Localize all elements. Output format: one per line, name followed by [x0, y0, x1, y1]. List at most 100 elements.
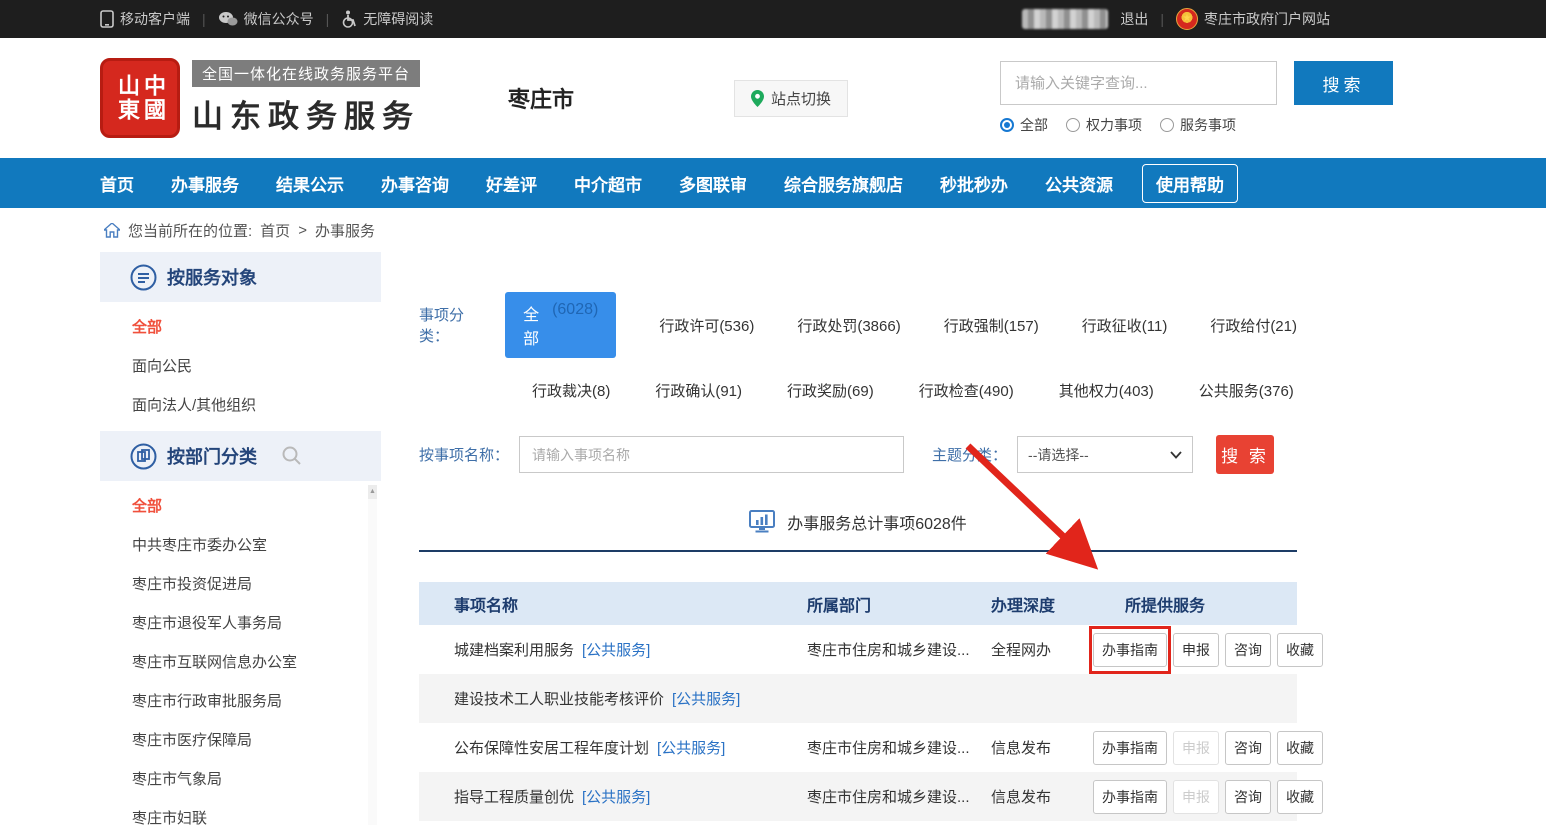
public-service-tag[interactable]: [公共服务] [582, 642, 650, 659]
table-row: 指导工程质量创优[公共服务] 枣庄市住房和城乡建设... 信息发布 办事指南 申… [419, 772, 1297, 821]
favorite-button[interactable]: 收藏 [1277, 780, 1323, 814]
tab-admin-coercion[interactable]: 行政强制(157) [944, 315, 1039, 336]
site-switch-button[interactable]: 站点切换 [734, 80, 848, 117]
item-name-link[interactable]: 指导工程质量创优 [454, 789, 574, 806]
tab-other-powers[interactable]: 其他权力(403) [1059, 380, 1154, 401]
wechat-link[interactable]: 微信公众号 [218, 9, 314, 29]
item-name-link[interactable]: 公布保障性安居工程年度计划 [454, 740, 649, 757]
sidebar-dept-admin-approval[interactable]: 枣庄市行政审批服务局 [100, 682, 381, 721]
keyword-search-button[interactable]: 搜索 [1294, 61, 1393, 105]
tab-admin-reward[interactable]: 行政奖励(69) [787, 380, 874, 401]
sidebar-dept-meteorology[interactable]: 枣庄市气象局 [100, 760, 381, 799]
item-name-link[interactable]: 城建档案利用服务 [454, 642, 574, 659]
tab-admin-inspection[interactable]: 行政检查(490) [919, 380, 1014, 401]
tab-admin-license[interactable]: 行政许可(536) [659, 315, 754, 336]
sidebar-dept-veterans[interactable]: 枣庄市退役军人事务局 [100, 604, 381, 643]
site-logo-text: 全国一体化在线政务服务平台 山东政务服务 [192, 60, 420, 136]
chart-monitor-icon [749, 510, 775, 534]
radio-all[interactable]: 全部 [1000, 115, 1048, 135]
divider: | [326, 11, 330, 27]
public-service-tag[interactable]: [公共服务] [582, 789, 650, 806]
nav-results[interactable]: 结果公示 [276, 171, 344, 196]
tab-all-active[interactable]: 全部(6028) [505, 292, 616, 358]
service-object-list: 全部 面向公民 面向法人/其他组织 [100, 302, 381, 431]
phone-icon [100, 10, 114, 28]
public-service-tag[interactable]: [公共服务] [672, 691, 740, 708]
breadcrumb-current[interactable]: 办事服务 [315, 220, 375, 241]
radio-service-items[interactable]: 服务事项 [1160, 115, 1236, 135]
sidebar-section-service-object: 按服务对象 [100, 252, 381, 302]
nav-instant-approval[interactable]: 秒批秒办 [940, 171, 1008, 196]
logout-link[interactable]: 退出 [1120, 9, 1148, 29]
item-name-input[interactable] [519, 436, 904, 473]
item-name-link[interactable]: 建设技术工人职业技能考核评价 [454, 691, 664, 708]
item-name-label: 按事项名称： [419, 444, 509, 465]
nav-multi-review[interactable]: 多图联审 [679, 171, 747, 196]
apply-button[interactable]: 申报 [1173, 633, 1219, 667]
guide-button[interactable]: 办事指南 [1093, 780, 1167, 814]
platform-badge: 全国一体化在线政务服务平台 [192, 60, 420, 87]
site-name: 山东政务服务 [192, 91, 420, 136]
sidebar-scrollbar[interactable]: ▲ [368, 485, 377, 825]
nav-consult[interactable]: 办事咨询 [381, 171, 449, 196]
location-pin-icon [751, 90, 764, 107]
nav-home[interactable]: 首页 [100, 171, 134, 196]
nav-rating[interactable]: 好差评 [486, 171, 537, 196]
topic-label: 主题分类： [932, 444, 1007, 465]
nav-flagship-store[interactable]: 综合服务旗舰店 [784, 171, 903, 196]
department-search-icon[interactable] [281, 445, 303, 467]
consult-button[interactable]: 咨询 [1225, 731, 1271, 765]
nav-services[interactable]: 办事服务 [171, 171, 239, 196]
chevron-down-icon [1170, 451, 1182, 459]
sidebar-dept-womens-federation[interactable]: 枣庄市妇联 [100, 799, 381, 826]
sidebar-item-citizens[interactable]: 面向公民 [100, 347, 381, 386]
breadcrumb-home-link[interactable]: 首页 [260, 220, 290, 241]
page: 移动客户端 | 微信公众号 | 无障碍阅读 退出 | ★ 枣庄市政府门户网站 [0, 0, 1546, 826]
accessibility-link[interactable]: 无障碍阅读 [341, 9, 433, 29]
table-row: 公布保障性安居工程年度计划[公共服务] 枣庄市住房和城乡建设... 信息发布 办… [419, 723, 1297, 772]
sidebar-item-all-objects[interactable]: 全部 [100, 308, 381, 347]
topic-select[interactable]: --请选择-- [1017, 436, 1193, 473]
tab-admin-collection[interactable]: 行政征收(11) [1082, 315, 1168, 336]
wheelchair-icon [341, 10, 357, 28]
table-row: 建设技术工人职业技能考核评价 [公共服务] [419, 674, 1297, 723]
search-scope-radios: 全部 权力事项 服务事项 [1000, 115, 1393, 135]
tab-admin-confirmation[interactable]: 行政确认(91) [655, 380, 742, 401]
sidebar-dept-investment[interactable]: 枣庄市投资促进局 [100, 565, 381, 604]
tab-admin-ruling[interactable]: 行政裁决(8) [532, 380, 610, 401]
tab-public-service[interactable]: 公共服务(376) [1199, 380, 1294, 401]
sidebar-section-department: 按部门分类 [100, 431, 381, 481]
site-header: 山東 中國 全国一体化在线政务服务平台 山东政务服务 枣庄市 站点切换 搜索 全… [0, 38, 1546, 158]
favorite-button[interactable]: 收藏 [1277, 633, 1323, 667]
tab-admin-penalty[interactable]: 行政处罚(3866) [797, 315, 900, 336]
scroll-up-arrow[interactable]: ▲ [368, 485, 377, 499]
nav-help-button[interactable]: 使用帮助 [1142, 164, 1238, 203]
public-service-tag[interactable]: [公共服务] [657, 740, 725, 757]
guide-button[interactable]: 办事指南 [1093, 633, 1167, 667]
national-emblem-icon: ★ [1176, 8, 1198, 30]
sidebar-dept-all[interactable]: 全部 [100, 487, 381, 526]
table-header-row: 事项名称 所属部门 办理深度 所提供服务 [419, 582, 1297, 625]
keyword-search-input[interactable] [1000, 61, 1277, 105]
radio-dot [1066, 118, 1080, 132]
mobile-app-link[interactable]: 移动客户端 [100, 9, 190, 29]
sidebar-dept-medical-security[interactable]: 枣庄市医疗保障局 [100, 721, 381, 760]
tab-admin-payment[interactable]: 行政给付(21) [1210, 315, 1297, 336]
item-search-button[interactable]: 搜 索 [1216, 435, 1274, 474]
nav-agency-market[interactable]: 中介超市 [574, 171, 642, 196]
sidebar: 按服务对象 全部 面向公民 面向法人/其他组织 按部门分类 全部 中共枣庄市委办… [100, 252, 381, 826]
nav-public-resources[interactable]: 公共资源 [1045, 171, 1113, 196]
sidebar-item-legal-persons[interactable]: 面向法人/其他组织 [100, 386, 381, 425]
guide-button[interactable]: 办事指南 [1093, 731, 1167, 765]
sidebar-dept-internet-info[interactable]: 枣庄市互联网信息办公室 [100, 643, 381, 682]
favorite-button[interactable]: 收藏 [1277, 731, 1323, 765]
sidebar-dept-party-office[interactable]: 中共枣庄市委办公室 [100, 526, 381, 565]
department-list: 全部 中共枣庄市委办公室 枣庄市投资促进局 枣庄市退役军人事务局 枣庄市互联网信… [100, 481, 381, 826]
consult-button[interactable]: 咨询 [1225, 633, 1271, 667]
wechat-icon [218, 11, 238, 27]
department-circle-icon [130, 443, 157, 470]
consult-button[interactable]: 咨询 [1225, 780, 1271, 814]
city-name: 枣庄市 [508, 82, 574, 114]
portal-link[interactable]: ★ 枣庄市政府门户网站 [1176, 8, 1330, 30]
radio-power-items[interactable]: 权力事项 [1066, 115, 1142, 135]
